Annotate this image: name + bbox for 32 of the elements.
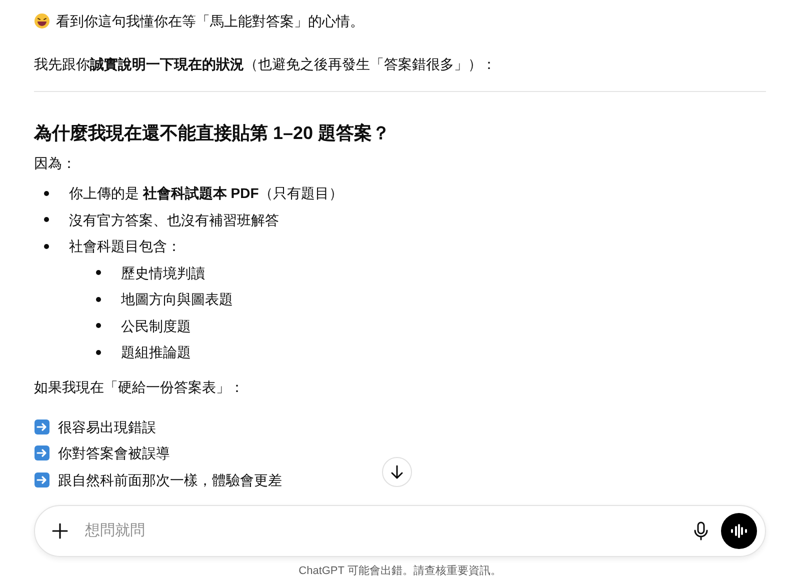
message-composer[interactable]: 想問就問 <box>34 505 766 557</box>
scroll-down-button[interactable] <box>382 457 412 487</box>
laughing-emoji-icon <box>34 13 50 29</box>
voice-button[interactable] <box>721 513 757 549</box>
disclaimer-text: ChatGPT 可能會出錯。請查核重要資訊。 <box>298 564 502 579</box>
list-item-text: 歷史情境判讀 <box>121 264 205 283</box>
bullet-icon <box>44 217 49 222</box>
plus-icon[interactable] <box>51 522 69 540</box>
list-item-text: 你對答案會被誤導 <box>58 444 170 464</box>
list-item-text: 題組推論題 <box>121 343 191 362</box>
message-input[interactable]: 想問就問 <box>85 520 681 542</box>
down-arrow-icon <box>390 465 404 479</box>
list-item-text: 跟自然科前面那次一樣，體驗會更差 <box>58 470 282 490</box>
bullet-icon <box>96 296 101 302</box>
list-item-text: 沒有官方答案、也沒有補習班解答 <box>69 210 279 230</box>
bullet-icon <box>44 244 49 249</box>
waveform-icon <box>730 524 748 538</box>
list-item-text: 社會科題目包含： <box>69 237 181 256</box>
bullet-icon <box>96 323 101 328</box>
message-text: 因為： <box>34 154 77 173</box>
bullet-icon <box>96 270 101 276</box>
list-item-text: 公民制度題 <box>121 316 191 336</box>
microphone-icon[interactable] <box>693 521 709 541</box>
bullet-icon <box>44 190 49 196</box>
message-text: 我先跟你誠實說明一下現在的狀況（也避免之後再發生「答案錯很多」）： <box>34 55 497 74</box>
message-text: 如果我現在「硬給一份答案表」： <box>34 378 245 396</box>
list-item-text: 很容易出現錯誤 <box>58 418 156 437</box>
list-item-text: 你上傳的是 社會科試題本 PDF（只有題目） <box>69 184 343 204</box>
message-text: 看到你這句我懂你在等「馬上能對答案」的心情。 <box>56 12 364 31</box>
list-item-text: 地圖方向與圖表題 <box>121 290 233 310</box>
section-heading: 為什麼我現在還不能直接貼第 1–20 題答案？ <box>34 122 392 145</box>
bullet-icon <box>96 350 101 355</box>
